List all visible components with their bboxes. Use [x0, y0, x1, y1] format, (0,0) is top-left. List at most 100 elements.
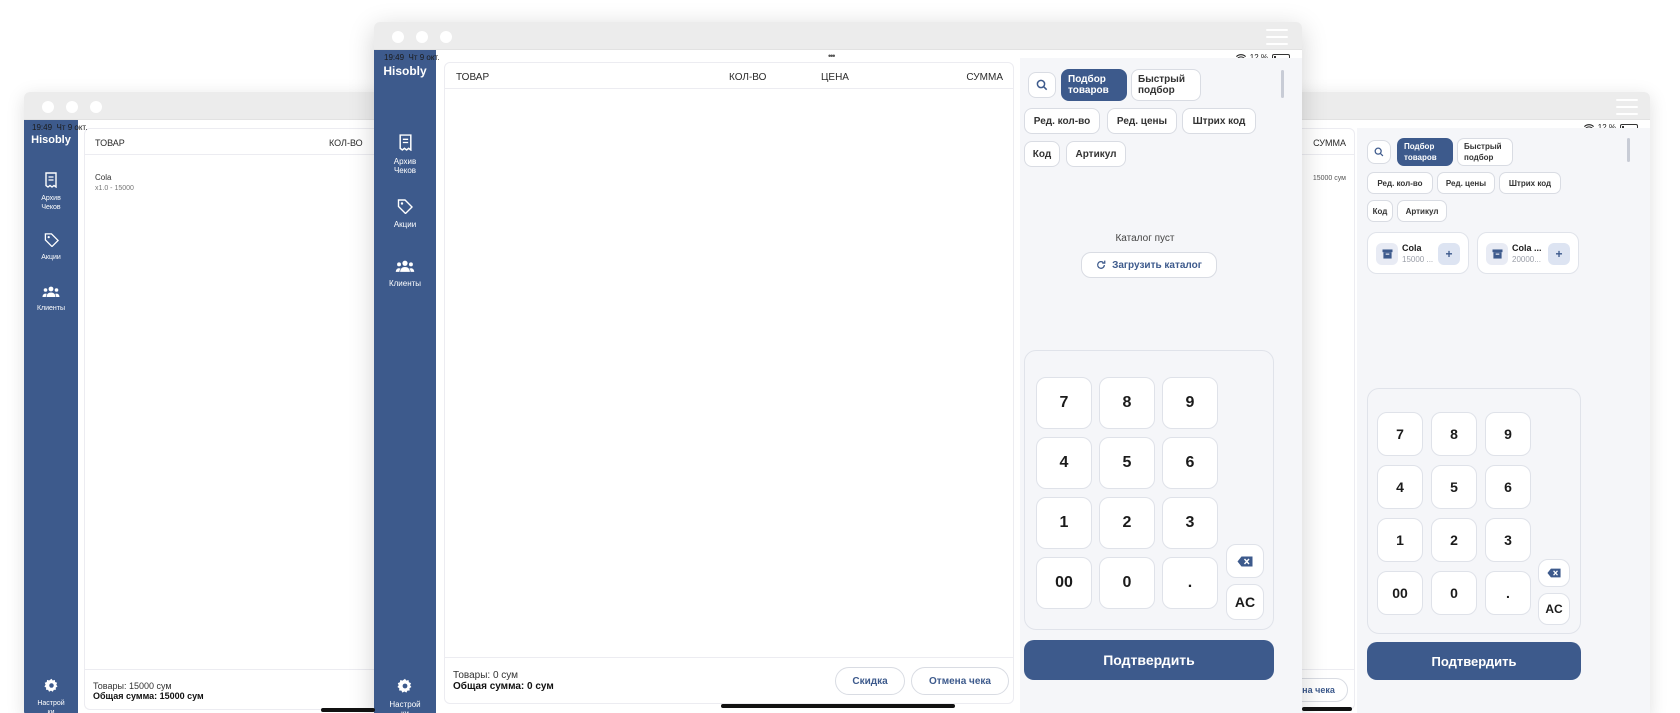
numpad: 7 8 9 4 5 6 1 2 3 00 0 . AC — [1024, 350, 1274, 630]
product-card[interactable]: Cola 15000 ... + — [1367, 232, 1469, 274]
numpad-key-6[interactable]: 6 — [1485, 465, 1531, 509]
clear-button[interactable]: AC — [1226, 584, 1264, 620]
sidebar-item-clients[interactable]: Клиенты — [374, 260, 436, 288]
add-product-button[interactable]: + — [1548, 243, 1570, 265]
tab-pick-goods[interactable]: Подбор товаров — [1397, 138, 1453, 166]
sidebar-item-archive[interactable]: Архив Чеков — [24, 172, 78, 212]
tab-quick-pick[interactable]: Быстрый подбор — [1457, 138, 1513, 166]
numpad-key-0[interactable]: 0 — [1099, 557, 1155, 609]
menu-icon[interactable] — [1616, 99, 1638, 115]
filter-article[interactable]: Артикул — [1066, 141, 1126, 167]
filter-barcode[interactable]: Штрих код — [1499, 172, 1561, 194]
cancel-receipt-button[interactable]: Отмена чека — [911, 667, 1009, 695]
sidebar-item-settings[interactable]: Настрой ки — [24, 678, 78, 713]
backspace-button[interactable] — [1538, 559, 1570, 587]
cart-line-item[interactable]: Cola x1.0 - 15000 — [95, 173, 134, 192]
numpad-key-7[interactable]: 7 — [1036, 377, 1092, 429]
filter-edit-qty[interactable]: Ред. кол-во — [1367, 172, 1433, 194]
backspace-button[interactable] — [1226, 544, 1264, 578]
window-minimize-dot[interactable] — [66, 101, 78, 113]
search-button[interactable] — [1028, 72, 1056, 98]
more-dots-icon[interactable]: ••• — [828, 51, 836, 61]
filter-edit-price[interactable]: Ред. цены — [1107, 108, 1177, 134]
product-card[interactable]: Cola ... 20000... + — [1477, 232, 1579, 274]
add-product-button[interactable]: + — [1438, 243, 1460, 265]
load-catalog-button[interactable]: Загрузить каталог — [1081, 252, 1217, 278]
sidebar-item-clients[interactable]: Клиенты — [24, 286, 78, 313]
window-close-dot[interactable] — [392, 31, 404, 43]
numpad-key-4[interactable]: 4 — [1377, 465, 1423, 509]
numpad-key-5[interactable]: 5 — [1431, 465, 1477, 509]
right-control-pane: Подбор товаров Быстрый подбор Ред. кол-в… — [1020, 58, 1302, 713]
numpad-key-7[interactable]: 7 — [1377, 412, 1423, 456]
sidebar-item-promo[interactable]: Акции — [24, 232, 78, 262]
sidebar-item-label: Архив Чеков — [393, 157, 417, 175]
numpad-key-1[interactable]: 1 — [1036, 497, 1092, 549]
numpad-key-6[interactable]: 6 — [1162, 437, 1218, 489]
numpad-key-3[interactable]: 3 — [1485, 518, 1531, 562]
filter-code[interactable]: Код — [1024, 141, 1060, 167]
search-icon — [1036, 79, 1048, 91]
confirm-button[interactable]: Подтвердить — [1024, 640, 1274, 680]
box-icon — [1376, 243, 1398, 265]
sidebar-item-label: Архив Чеков — [41, 195, 61, 211]
sidebar-item-settings[interactable]: Настрой ки — [374, 678, 436, 713]
numpad-key-9[interactable]: 9 — [1162, 377, 1218, 429]
window-minimize-dot[interactable] — [416, 31, 428, 43]
numpad-key-2[interactable]: 2 — [1431, 518, 1477, 562]
search-icon — [1374, 147, 1384, 157]
filter-edit-qty[interactable]: Ред. кол-во — [1024, 108, 1100, 134]
tab-pick-goods[interactable]: Подбор товаров — [1061, 69, 1127, 101]
backspace-icon — [1237, 556, 1253, 566]
numpad-key-2[interactable]: 2 — [1099, 497, 1155, 549]
menu-icon[interactable] — [1266, 29, 1288, 45]
center-window-titlebar — [374, 22, 1302, 50]
numpad: 7 8 9 4 5 6 1 2 3 00 0 . AC — [1367, 388, 1581, 634]
gear-icon — [397, 678, 412, 693]
numpad-key-3[interactable]: 3 — [1162, 497, 1218, 549]
cart-panel: ТОВАР КОЛ-ВО Cola x1.0 - 15000 Товары: 1… — [84, 128, 424, 710]
grand-total: Общая сумма: 15000 сум — [93, 691, 204, 701]
filter-code[interactable]: Код — [1367, 200, 1393, 222]
numpad-key-8[interactable]: 8 — [1099, 377, 1155, 429]
numpad-key-0[interactable]: 0 — [1431, 571, 1477, 615]
window-zoom-dot[interactable] — [90, 101, 102, 113]
home-indicator — [1302, 707, 1352, 711]
numpad-key-8[interactable]: 8 — [1431, 412, 1477, 456]
stage: 19:49 Чт 9 окт. Hisobly Архив Чеков Акци… — [0, 0, 1680, 713]
product-price: 15000 ... — [1402, 255, 1434, 264]
sidebar-item-archive[interactable]: Архив Чеков — [374, 134, 436, 175]
tab-quick-pick[interactable]: Быстрый подбор — [1131, 69, 1201, 101]
filter-edit-price[interactable]: Ред. цены — [1437, 172, 1495, 194]
sidebar-item-label: Клиенты — [36, 305, 66, 312]
numpad-key-00[interactable]: 00 — [1377, 571, 1423, 615]
filter-barcode[interactable]: Штрих код — [1182, 108, 1256, 134]
numpad-key-5[interactable]: 5 — [1099, 437, 1155, 489]
left-window-titlebar — [24, 92, 424, 120]
clear-button[interactable]: AC — [1538, 593, 1570, 625]
tag-icon — [44, 233, 59, 247]
sidebar-item-label: Настрой ки — [389, 700, 421, 713]
numpad-key-dot[interactable]: . — [1162, 557, 1218, 609]
users-icon — [395, 260, 415, 272]
sidebar-item-promo[interactable]: Акции — [374, 198, 436, 229]
discount-button[interactable]: Скидка — [835, 667, 905, 695]
scrollbar[interactable] — [1281, 70, 1284, 98]
status-date: Чт 9 окт. — [408, 53, 440, 62]
users-icon — [42, 286, 60, 297]
numpad-key-4[interactable]: 4 — [1036, 437, 1092, 489]
search-button[interactable] — [1367, 140, 1391, 164]
numpad-key-1[interactable]: 1 — [1377, 518, 1423, 562]
filter-article[interactable]: Артикул — [1397, 200, 1447, 222]
window-zoom-dot[interactable] — [440, 31, 452, 43]
brand-logo: Hisobly — [383, 64, 427, 78]
status-time: 19:49 — [384, 53, 405, 62]
numpad-key-9[interactable]: 9 — [1485, 412, 1531, 456]
numpad-key-00[interactable]: 00 — [1036, 557, 1092, 609]
receipt-icon — [45, 172, 57, 188]
window-close-dot[interactable] — [42, 101, 54, 113]
scrollbar[interactable] — [1627, 138, 1630, 162]
confirm-button[interactable]: Подтвердить — [1367, 642, 1581, 680]
numpad-key-dot[interactable]: . — [1485, 571, 1531, 615]
left-window: 19:49 Чт 9 окт. Hisobly Архив Чеков Акци… — [24, 92, 424, 713]
